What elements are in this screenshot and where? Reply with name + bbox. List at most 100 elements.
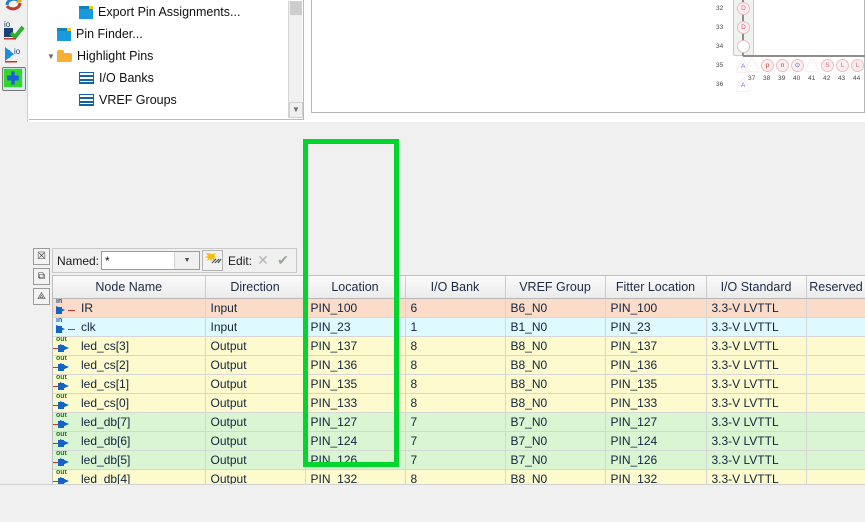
cell-node-name[interactable]: in IR (53, 298, 206, 318)
float-panel-button[interactable]: ⧉ (33, 268, 50, 285)
package-view-panel[interactable]: 32 D 33 D 34 35 A 36 A 37 38 p 39 n 40 ⊙ 41 42 S 43 L 44 L (311, 0, 865, 113)
package-pin[interactable]: p (761, 59, 774, 72)
cell-reserved[interactable] (806, 298, 865, 318)
tree-item-i-o-banks[interactable]: I/O Banks (29, 67, 289, 89)
package-pin[interactable]: n (776, 59, 789, 72)
cell-fitter[interactable]: PIN_126 (605, 450, 707, 470)
cell-io_bank[interactable]: 7 (405, 431, 506, 451)
cell-io_bank[interactable]: 7 (405, 450, 506, 470)
cell-vref[interactable]: B7_N0 (505, 450, 606, 470)
cell-direction[interactable]: Output (205, 374, 306, 394)
cell-fitter[interactable]: PIN_136 (605, 355, 707, 375)
cell-reserved[interactable] (806, 374, 865, 394)
package-pin[interactable]: L (836, 59, 849, 72)
cell-node-name[interactable]: out led_cs[2] (53, 355, 206, 375)
cell-vref[interactable]: B8_N0 (505, 355, 606, 375)
cell-fitter[interactable]: PIN_127 (605, 412, 707, 432)
cell-std[interactable]: 3.3-V LVTTL (706, 450, 807, 470)
cell-io_bank[interactable]: 8 (405, 393, 506, 413)
cell-location[interactable]: PIN_100 (305, 298, 406, 318)
chevron-down-icon[interactable]: ▼ (45, 52, 57, 61)
cell-std[interactable]: 3.3-V LVTTL (706, 431, 807, 451)
pin-migration-icon[interactable] (2, 0, 26, 16)
cell-io_bank[interactable]: 6 (405, 298, 506, 318)
tree-item-export-pin-assignments[interactable]: Export Pin Assignments... (29, 1, 289, 23)
cell-std[interactable]: 3.3-V LVTTL (706, 374, 807, 394)
cell-direction[interactable]: Output (205, 412, 306, 432)
chevron-down-icon[interactable]: ▼ (174, 252, 200, 269)
accept-edit-icon[interactable]: ✔ (274, 250, 292, 271)
cell-std[interactable]: 3.3-V LVTTL (706, 355, 807, 375)
column-header-vref[interactable]: VREF Group (505, 276, 606, 299)
cell-fitter[interactable]: PIN_137 (605, 336, 707, 356)
column-header-fitter[interactable]: Fitter Location (605, 276, 707, 299)
cell-location[interactable]: PIN_126 (305, 450, 406, 470)
cell-node-name[interactable]: out led_cs[1] (53, 374, 206, 394)
table-row[interactable]: out led_db[6] Output PIN_124 7 B7_N0 PIN_124 3.… (53, 431, 865, 451)
table-row[interactable]: out led_db[5] Output PIN_126 7 B7_N0 PIN_126 3.… (53, 450, 865, 470)
cell-node-name[interactable]: in clk (53, 317, 206, 337)
highlight-pins-icon[interactable] (2, 67, 26, 91)
package-pin-triangle[interactable] (745, 58, 759, 71)
cell-location[interactable]: PIN_133 (305, 393, 406, 413)
column-header-direction[interactable]: Direction (205, 276, 306, 299)
tree-scrollbar-thumb[interactable] (290, 1, 302, 15)
cell-fitter[interactable]: PIN_133 (605, 393, 707, 413)
cell-io_bank[interactable]: 1 (405, 317, 506, 337)
cell-fitter[interactable]: PIN_124 (605, 431, 707, 451)
named-combobox[interactable]: ▼ (101, 251, 201, 270)
package-pin[interactable]: L (851, 59, 864, 72)
cell-direction[interactable]: Output (205, 393, 306, 413)
cell-io_bank[interactable]: 7 (405, 412, 506, 432)
tree-item-highlight-pins[interactable]: ▼ Highlight Pins (29, 45, 289, 67)
tree-scroll-down-icon[interactable]: ▼ (289, 102, 303, 118)
column-header-io_bank[interactable]: I/O Bank (405, 276, 506, 299)
package-pin[interactable]: ⊙ (791, 59, 804, 72)
cell-vref[interactable]: B8_N0 (505, 374, 606, 394)
table-row[interactable]: in clk Input PIN_23 1 B1_N0 PIN_23 3.3-V LVTTL (53, 317, 865, 337)
cell-node-name[interactable]: out led_db[5] (53, 450, 206, 470)
cell-location[interactable]: PIN_135 (305, 374, 406, 394)
package-pin[interactable] (737, 40, 750, 53)
cell-direction[interactable]: Input (205, 317, 306, 337)
table-row[interactable]: in IR Input PIN_100 6 B6_N0 PIN_100 3.3-V LVTTL (53, 298, 865, 318)
cell-fitter[interactable]: PIN_100 (605, 298, 707, 318)
package-pin[interactable]: S (821, 59, 834, 72)
cell-vref[interactable]: B6_N0 (505, 298, 606, 318)
tree-item-pin-finder[interactable]: Pin Finder... (29, 23, 289, 45)
cell-direction[interactable]: Output (205, 355, 306, 375)
cell-vref[interactable]: B7_N0 (505, 412, 606, 432)
io-direction-icon[interactable]: io (2, 42, 26, 66)
cell-fitter[interactable]: PIN_135 (605, 374, 707, 394)
cell-direction[interactable]: Input (205, 298, 306, 318)
cell-direction[interactable]: Output (205, 450, 306, 470)
cell-io_bank[interactable]: 8 (405, 355, 506, 375)
cell-node-name[interactable]: out led_db[7] (53, 412, 206, 432)
table-row[interactable]: out led_cs[2] Output PIN_136 8 B8_N0 PIN_136 3.… (53, 355, 865, 375)
cell-node-name[interactable]: out led_cs[3] (53, 336, 206, 356)
cell-vref[interactable]: B7_N0 (505, 431, 606, 451)
cell-node-name[interactable]: out led_db[6] (53, 431, 206, 451)
cell-io_bank[interactable]: 8 (405, 336, 506, 356)
named-input[interactable] (102, 252, 175, 269)
table-row[interactable]: out led_cs[3] Output PIN_137 8 B8_N0 PIN_137 3.… (53, 336, 865, 356)
cell-direction[interactable]: Output (205, 431, 306, 451)
cell-vref[interactable]: B8_N0 (505, 336, 606, 356)
apply-filter-icon[interactable] (202, 250, 224, 271)
cancel-edit-icon[interactable]: ✕ (254, 250, 272, 271)
package-pin-triangle[interactable] (805, 58, 819, 71)
column-header-std[interactable]: I/O Standard (706, 276, 807, 299)
cell-reserved[interactable] (806, 336, 865, 356)
cell-node-name[interactable]: out led_cs[0] (53, 393, 206, 413)
cell-reserved[interactable] (806, 412, 865, 432)
cell-location[interactable]: PIN_124 (305, 431, 406, 451)
io-assignment-analysis-icon[interactable]: io (2, 17, 26, 41)
cell-std[interactable]: 3.3-V LVTTL (706, 317, 807, 337)
cell-reserved[interactable] (806, 317, 865, 337)
column-header-reserved[interactable]: Reserved (806, 276, 865, 299)
cell-reserved[interactable] (806, 393, 865, 413)
cell-location[interactable]: PIN_137 (305, 336, 406, 356)
cell-reserved[interactable] (806, 431, 865, 451)
cell-fitter[interactable]: PIN_23 (605, 317, 707, 337)
cell-location[interactable]: PIN_136 (305, 355, 406, 375)
